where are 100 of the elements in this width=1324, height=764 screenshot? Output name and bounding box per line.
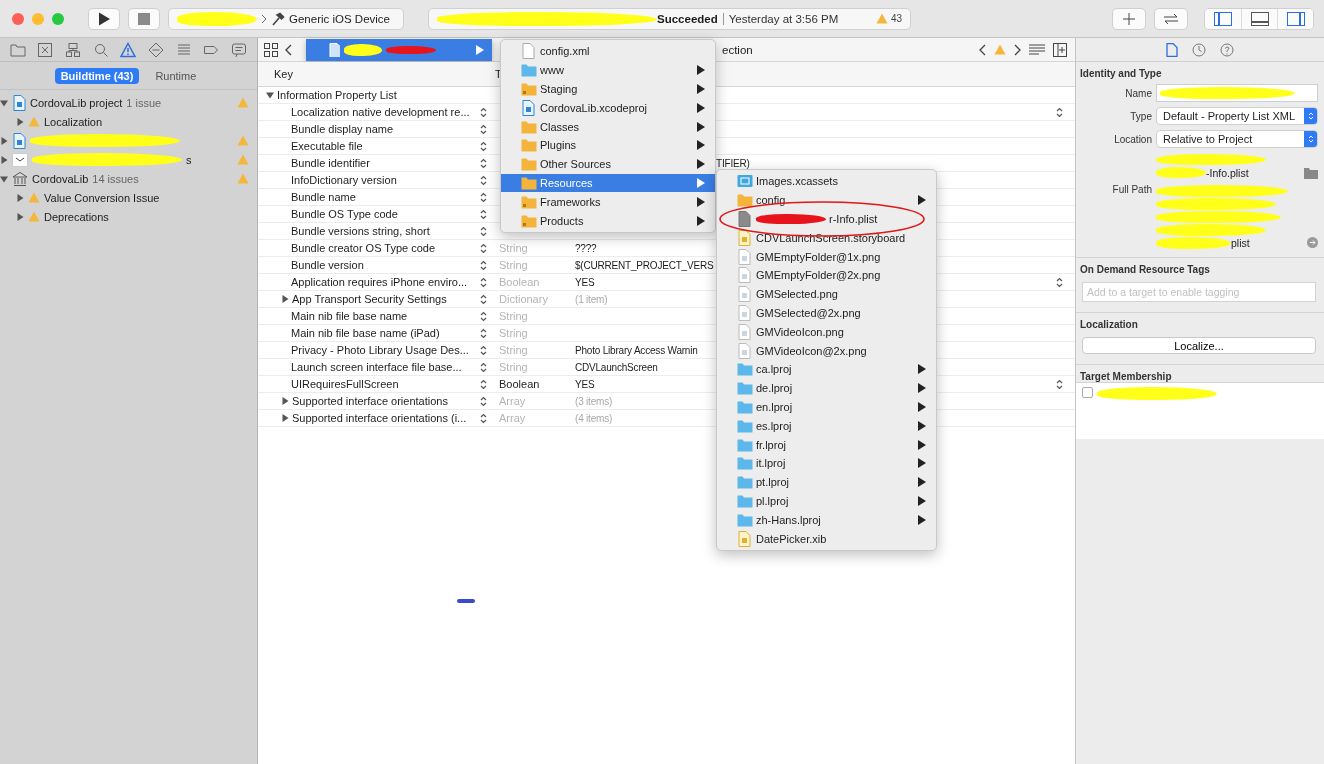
disclosure-toggle[interactable]: [281, 414, 289, 422]
menu-item[interactable]: de.lproj: [717, 378, 936, 398]
menu-item[interactable]: it.lproj: [717, 453, 936, 473]
stepper-icon: [1056, 378, 1063, 390]
folder-icon: [737, 192, 753, 209]
file-icon: [1166, 42, 1178, 57]
menu-item[interactable]: ca.lproj: [717, 359, 936, 379]
menu-item[interactable]: pl.lproj: [717, 491, 936, 511]
submenu-arrow-icon: [918, 401, 926, 412]
issue-group-name[interactable]: CordovaLib project: [30, 96, 123, 109]
add-editor-button[interactable]: [1053, 42, 1067, 57]
image-file-icon: [737, 323, 753, 340]
menu-item[interactable]: GMVideoIcon@2x.png: [717, 341, 936, 360]
menu-item[interactable]: Products: [501, 211, 715, 230]
disclosure-toggle[interactable]: [0, 98, 8, 107]
value-popup[interactable]: [1056, 276, 1063, 288]
add-button[interactable]: [1112, 7, 1146, 30]
menu-item[interactable]: Plugins: [501, 136, 715, 155]
related-items-button[interactable]: [264, 42, 278, 57]
panel-icon: [1286, 11, 1305, 26]
panel-toggle[interactable]: [1277, 8, 1313, 29]
chevron-icon: [261, 13, 267, 24]
tags-field[interactable]: Add to a target to enable tagging: [1082, 282, 1316, 302]
issue-category[interactable]: Localization: [44, 115, 103, 128]
stepper-icon: [480, 378, 487, 390]
disclosure-triangle-icon: [16, 117, 24, 126]
name-field[interactable]: [1156, 84, 1318, 102]
issue-category[interactable]: Value Conversion Issue: [44, 191, 160, 204]
menu-item[interactable]: GMVideoIcon.png: [717, 322, 936, 342]
disclosure-toggle[interactable]: [0, 155, 8, 164]
menu-item[interactable]: GMSelected@2x.png: [717, 303, 936, 323]
path-text: -Info.plist: [1206, 166, 1249, 179]
navigator-tab[interactable]: [37, 41, 54, 58]
disclosure-toggle[interactable]: [16, 212, 24, 221]
disclosure-toggle[interactable]: [0, 136, 8, 145]
filter-tab[interactable]: Buildtime (43): [54, 67, 140, 84]
menu-item[interactable]: pt.lproj: [717, 472, 936, 492]
menu-item[interactable]: Frameworks: [501, 192, 715, 212]
menu-item[interactable]: DatePicker.xib: [717, 529, 936, 548]
table-cell: $(CURRENT_PROJECT_VERS: [575, 259, 714, 271]
localize-button[interactable]: Localize...: [1082, 337, 1316, 354]
navigator-tab[interactable]: [92, 41, 109, 58]
disclosure-triangle-icon: [0, 155, 8, 164]
disclosure-toggle[interactable]: [16, 193, 24, 202]
navigator-tab[interactable]: [120, 41, 137, 58]
menu-item[interactable]: zh-Hans.lproj: [717, 510, 936, 530]
inspector-tab[interactable]: [1220, 42, 1234, 57]
menu-item[interactable]: CordovaLib.xcodeproj: [501, 98, 715, 118]
menu-item[interactable]: GMEmptyFolder@2x.png: [717, 266, 936, 285]
inspector-tab[interactable]: [1166, 42, 1178, 57]
menu-item[interactable]: en.lproj: [717, 397, 936, 417]
run-button[interactable]: [88, 7, 120, 30]
disclosure-toggle[interactable]: [0, 174, 8, 183]
image-file-icon: [737, 342, 753, 359]
close-button[interactable]: [12, 12, 24, 25]
filter-tab[interactable]: Runtime: [149, 67, 203, 84]
navigator-tab[interactable]: [148, 41, 165, 58]
target-checkbox[interactable]: [1082, 387, 1093, 398]
menu-item[interactable]: Other Sources: [501, 154, 715, 174]
menu-item[interactable]: Images.xcassets: [717, 172, 936, 191]
inspector-tab[interactable]: [1192, 42, 1206, 57]
path-crumb[interactable]: [306, 38, 492, 61]
library-icon: [12, 170, 28, 187]
menu-item[interactable]: www: [501, 60, 715, 80]
lines-button[interactable]: [1029, 43, 1045, 56]
issue-group-name[interactable]: CordovaLib: [32, 172, 89, 185]
value-popup[interactable]: [1056, 106, 1063, 118]
disclosure-toggle[interactable]: [281, 397, 289, 405]
back-button[interactable]: [284, 43, 292, 56]
table-cell-text: String: [498, 361, 528, 373]
split-editor-icon: [1053, 42, 1067, 57]
type-popup[interactable]: Default - Property List XML: [1156, 107, 1318, 125]
disclosure-toggle[interactable]: [16, 117, 24, 126]
stepper-icon: [480, 242, 487, 254]
navigator-tab[interactable]: [65, 41, 82, 58]
table-cell: Launch screen interface file base...: [291, 361, 462, 373]
menu-item[interactable]: config.xml: [501, 42, 715, 61]
menu-item[interactable]: es.lproj: [717, 416, 936, 436]
submenu-arrow-icon: [918, 383, 926, 394]
swap-button[interactable]: [1154, 7, 1188, 30]
menu-item[interactable]: CDVLaunchScreen.storyboard: [717, 228, 936, 248]
menu-item[interactable]: r-Info.plist: [717, 209, 936, 229]
menu-item[interactable]: fr.lproj: [717, 435, 936, 454]
menu-item[interactable]: GMEmptyFolder@1x.png: [717, 247, 936, 266]
menu-item[interactable]: Resources: [501, 173, 715, 193]
chevron-left-icon: [979, 43, 986, 56]
location-popup[interactable]: Relative to Project: [1156, 130, 1318, 148]
column-header[interactable]: Key: [258, 68, 495, 80]
value-popup[interactable]: [1056, 378, 1063, 390]
issue-category[interactable]: Deprecations: [44, 210, 109, 223]
path-crumb-text[interactable]: ection: [722, 43, 753, 56]
menu-item[interactable]: Classes: [501, 117, 715, 136]
scheme-selector[interactable]: Generic iOS Device: [168, 7, 404, 30]
menu-item[interactable]: Staging: [501, 79, 715, 99]
disclosure-toggle[interactable]: [266, 91, 274, 99]
navigator-tab[interactable]: [9, 41, 26, 58]
stop-button[interactable]: [128, 7, 160, 30]
disclosure-toggle[interactable]: [281, 295, 289, 303]
navigator-tab[interactable]: [231, 41, 248, 58]
menu-item[interactable]: GMSelected.png: [717, 284, 936, 304]
